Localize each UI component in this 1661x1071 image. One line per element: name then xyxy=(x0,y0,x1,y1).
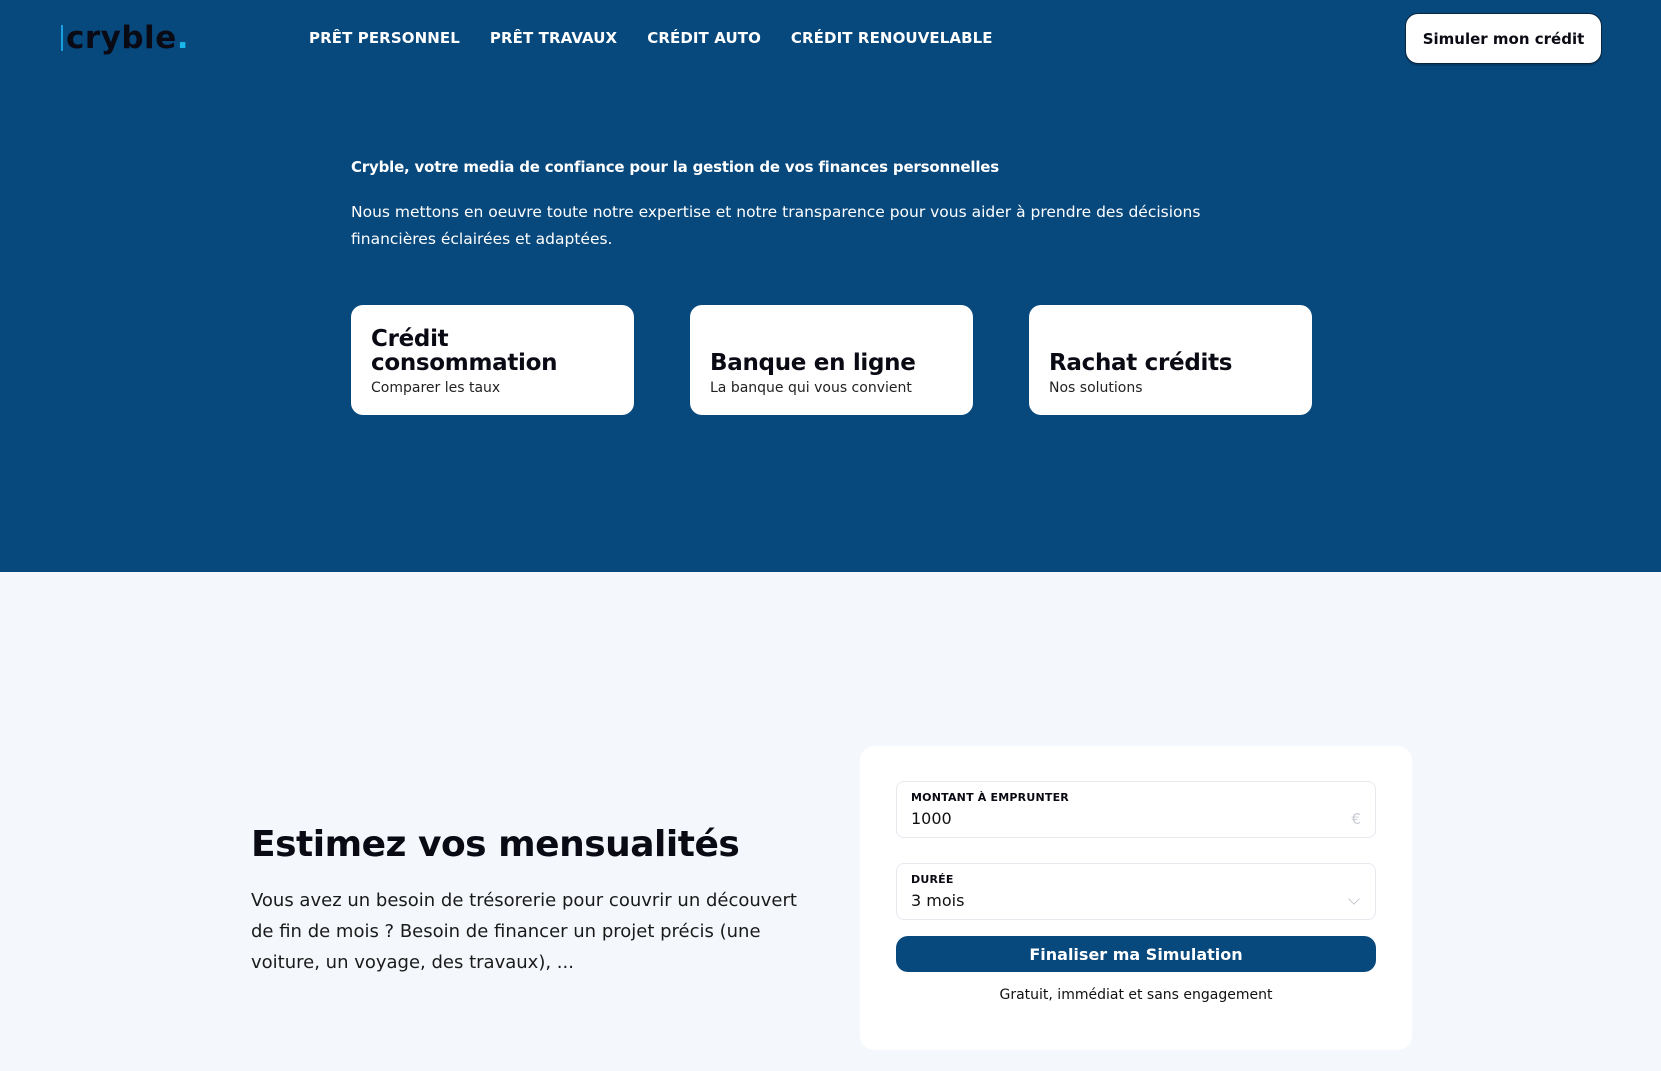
card-subtitle: Comparer les taux xyxy=(371,380,501,396)
loan-simulator: MONTANT À EMPRUNTER € DURÉE 3 mois Final… xyxy=(860,746,1412,1050)
amount-label: MONTANT À EMPRUNTER xyxy=(911,791,1069,804)
logo-text: cryble xyxy=(66,20,177,56)
chevron-down-icon xyxy=(1348,893,1360,905)
simulator-note: Gratuit, immédiat et sans engagement xyxy=(999,987,1273,1003)
nav-credit-renouvelable[interactable]: CRÉDIT RENOUVELABLE xyxy=(791,28,993,48)
amount-field[interactable]: MONTANT À EMPRUNTER € xyxy=(896,781,1376,838)
hero-description: Nous mettons en oeuvre toute notre exper… xyxy=(351,203,1201,248)
nav-credit-auto[interactable]: CRÉDIT AUTO xyxy=(647,28,761,48)
hero-section: cryble. PRÊT PERSONNEL PRÊT TRAVAUX CRÉD… xyxy=(0,0,1661,572)
cryble-logo[interactable]: cryble. xyxy=(61,18,189,58)
nav-pret-personnel[interactable]: PRÊT PERSONNEL xyxy=(309,28,460,48)
amount-input[interactable] xyxy=(911,809,1311,828)
card-subtitle: La banque qui vous convient xyxy=(710,380,912,396)
estimate-title: Estimez vos mensualités xyxy=(251,824,740,865)
card-title: Crédit consommation xyxy=(371,326,558,376)
duration-value: 3 mois xyxy=(911,891,965,910)
main-nav: PRÊT PERSONNEL PRÊT TRAVAUX CRÉDIT AUTO … xyxy=(309,28,993,48)
hero-title: Cryble, votre media de confiance pour la… xyxy=(351,158,999,176)
finalize-simulation-button[interactable]: Finaliser ma Simulation xyxy=(896,936,1376,972)
euro-icon: € xyxy=(1351,810,1361,828)
logo-bar-mark xyxy=(61,25,63,51)
card-title: Rachat crédits xyxy=(1049,350,1233,376)
simulate-credit-button[interactable]: Simuler mon crédit xyxy=(1405,13,1602,64)
card-title: Banque en ligne xyxy=(710,350,916,376)
card-credit-consommation[interactable]: Crédit consommation Comparer les taux xyxy=(351,305,634,415)
nav-pret-travaux[interactable]: PRÊT TRAVAUX xyxy=(490,28,617,48)
duration-select[interactable]: DURÉE 3 mois xyxy=(896,863,1376,920)
duration-label: DURÉE xyxy=(911,873,954,886)
logo-dot: . xyxy=(176,20,189,56)
estimate-description: Vous avez un besoin de trésorerie pour c… xyxy=(251,890,797,973)
estimate-section: Estimez vos mensualités Vous avez un bes… xyxy=(0,572,1661,1071)
card-rachat-credits[interactable]: Rachat crédits Nos solutions xyxy=(1029,305,1312,415)
card-subtitle: Nos solutions xyxy=(1049,380,1143,396)
card-banque-en-ligne[interactable]: Banque en ligne La banque qui vous convi… xyxy=(690,305,973,415)
